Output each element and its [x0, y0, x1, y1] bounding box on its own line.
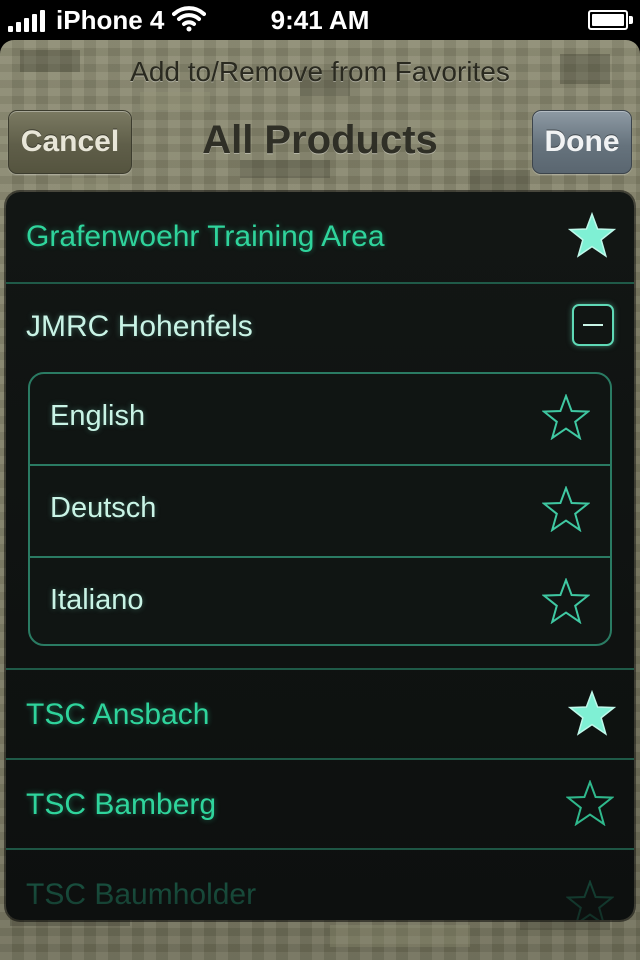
star-outline-icon[interactable] — [566, 780, 614, 826]
list-item[interactable]: TSC Baumholder — [6, 850, 634, 920]
language-label: Italiano — [50, 584, 144, 616]
language-item[interactable]: Deutsch — [30, 466, 610, 558]
list-item-label: TSC Ansbach — [26, 698, 210, 731]
list-item-label: JMRC Hohenfels — [26, 310, 253, 343]
favorites-sheet: Add to/Remove from Favorites Cancel All … — [0, 40, 640, 960]
list-item-label: Grafenwoehr Training Area — [26, 220, 385, 253]
language-label: English — [50, 400, 146, 432]
clock: 9:41 AM — [270, 5, 370, 35]
star-outline-icon[interactable] — [566, 880, 614, 920]
list-item-label: TSC Bamberg — [26, 788, 217, 821]
language-label: Deutsch — [50, 492, 157, 524]
list-item-label: TSC Baumholder — [26, 878, 257, 911]
star-filled-icon[interactable] — [568, 690, 616, 736]
language-item[interactable]: Italiano — [30, 558, 610, 644]
products-list[interactable]: Grafenwoehr Training Area JMRC Hohenfels… — [6, 192, 634, 920]
language-item[interactable]: English — [30, 374, 610, 466]
list-item-expanded[interactable]: JMRC Hohenfels English Deutsch Italiano — [6, 284, 634, 670]
sheet-prompt: Add to/Remove from Favorites — [130, 56, 510, 87]
star-outline-icon[interactable] — [542, 486, 590, 532]
list-item[interactable]: TSC Ansbach — [6, 670, 634, 760]
star-outline-icon[interactable] — [542, 394, 590, 440]
battery-icon — [588, 10, 633, 30]
status-bar: iPhone 4 9:41 AM — [0, 0, 640, 40]
list-item[interactable]: TSC Bamberg — [6, 760, 634, 850]
collapse-icon[interactable] — [572, 304, 614, 346]
language-group: English Deutsch Italiano — [28, 372, 612, 646]
list-item[interactable]: Grafenwoehr Training Area — [6, 192, 634, 284]
star-outline-icon[interactable] — [542, 578, 590, 624]
done-button[interactable]: Done — [532, 110, 632, 174]
star-filled-icon[interactable] — [568, 212, 616, 258]
